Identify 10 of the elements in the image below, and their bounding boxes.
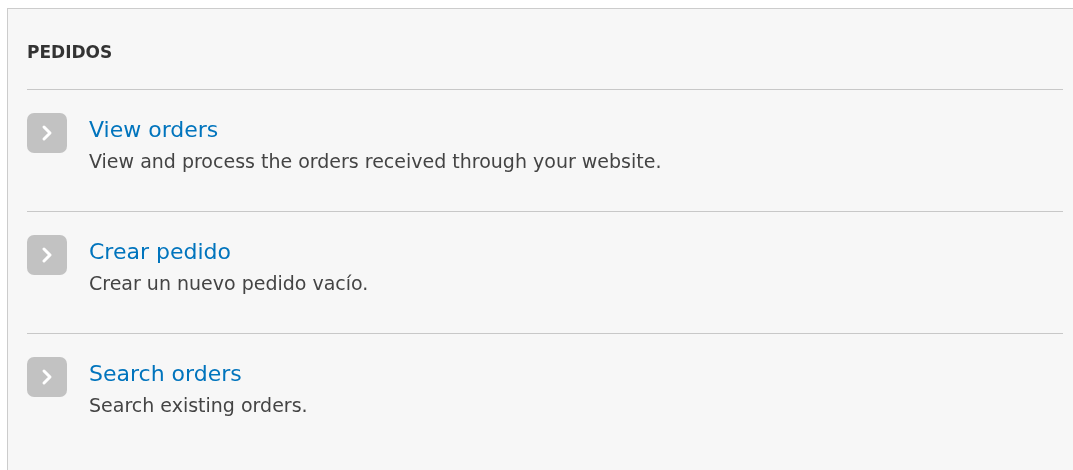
item-description: View and process the orders received through your website. <box>89 150 662 173</box>
item-description: Crear un nuevo pedido vacío. <box>89 272 369 295</box>
item-description: Search existing orders. <box>89 394 308 417</box>
panel-title: PEDIDOS <box>27 9 1063 90</box>
chevron-icon <box>27 113 67 153</box>
item-link[interactable]: Search orders <box>89 361 242 388</box>
chevron-icon <box>27 357 67 397</box>
item-link[interactable]: View orders <box>89 117 219 144</box>
chevron-icon <box>27 235 67 275</box>
item-link[interactable]: Crear pedido <box>89 239 231 266</box>
